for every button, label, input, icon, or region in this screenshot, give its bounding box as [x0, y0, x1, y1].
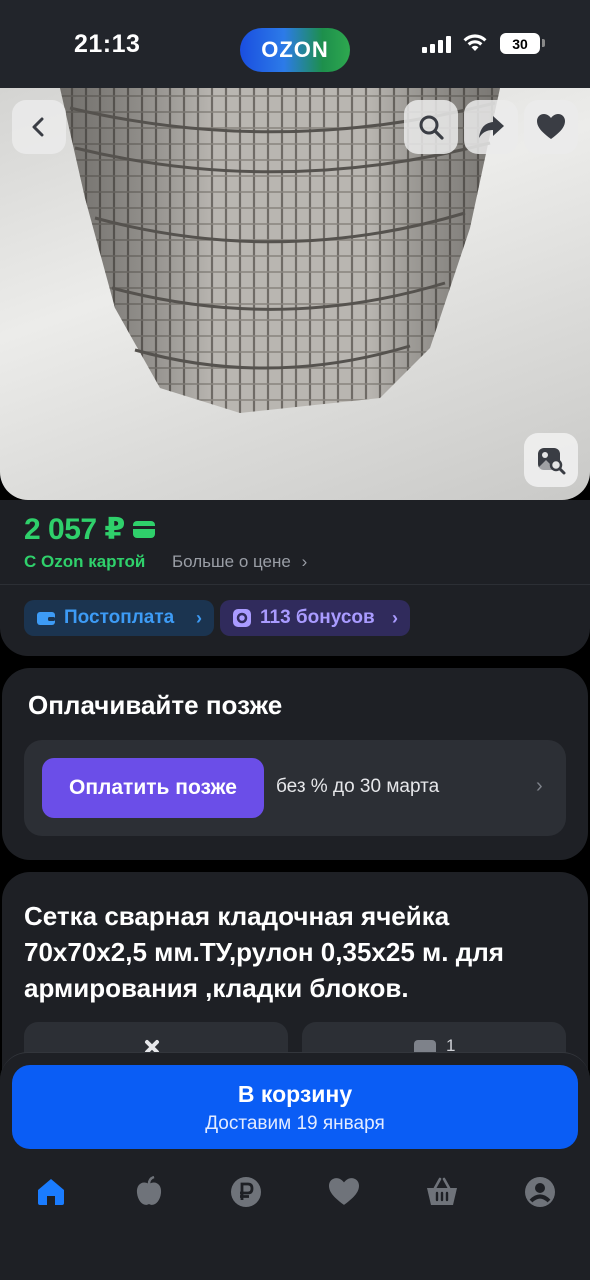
- nav-home[interactable]: [31, 1172, 71, 1212]
- more-about-price-link[interactable]: Больше о цене ›: [172, 552, 307, 572]
- share-button[interactable]: [464, 100, 518, 154]
- battery-icon: 30: [500, 33, 545, 54]
- chevron-right-icon: ›: [536, 775, 543, 797]
- share-icon: [479, 116, 504, 138]
- favorite-button[interactable]: [524, 100, 578, 154]
- chevron-right-icon: ›: [392, 607, 398, 628]
- add-to-cart-label: В корзину: [237, 1081, 353, 1107]
- ozon-card-price-label: С Ozon картой: [24, 552, 146, 571]
- image-search-icon: [538, 448, 566, 475]
- bonus-chip[interactable]: 113 бонусов ›: [220, 600, 410, 636]
- bonus-label: 113 бонусов: [260, 607, 375, 628]
- search-icon: [419, 115, 444, 140]
- nav-finance[interactable]: [226, 1172, 266, 1212]
- wifi-icon: [463, 34, 487, 51]
- back-button[interactable]: [12, 100, 66, 154]
- favorites-icon: [329, 1178, 359, 1205]
- divider: [0, 584, 590, 585]
- pay-later-button[interactable]: Оплатить позже: [42, 758, 264, 818]
- heart-icon: [537, 114, 565, 139]
- image-search-button[interactable]: [524, 433, 578, 487]
- status-bar: 21:13 OZON 30: [0, 0, 590, 88]
- pay-later-text: без % до 30 марта: [276, 776, 440, 797]
- wallet-icon: [37, 612, 55, 625]
- product-title: Сетка сварная кладочная ячейка 70х70х2,5…: [24, 901, 504, 1003]
- cart-icon: [427, 1177, 457, 1205]
- chevron-right-icon: ›: [301, 552, 308, 571]
- signal-icon: [422, 36, 451, 53]
- fresh-icon: [136, 1176, 162, 1205]
- nav-fresh[interactable]: [129, 1172, 169, 1212]
- nav-favorites[interactable]: [324, 1172, 364, 1212]
- search-button[interactable]: [404, 100, 458, 154]
- nav-profile[interactable]: [520, 1172, 560, 1212]
- delivery-date-label: Доставим 19 января: [205, 1113, 385, 1134]
- back-icon: [32, 117, 44, 137]
- nav-cart[interactable]: [422, 1172, 462, 1212]
- status-time: 21:13: [74, 30, 141, 58]
- ruble-icon: [231, 1177, 261, 1207]
- more-about-price-label: Больше о цене: [172, 552, 291, 571]
- profile-icon: [525, 1177, 555, 1207]
- postpay-label: Постоплата: [64, 607, 175, 628]
- ozon-logo[interactable]: OZON: [240, 28, 350, 72]
- home-icon: [38, 1179, 64, 1205]
- postpay-chip[interactable]: Постоплата ›: [24, 600, 214, 636]
- product-price[interactable]: 2 057 ₽: [24, 512, 155, 547]
- pay-later-title: Оплачивайте позже: [28, 690, 283, 720]
- chevron-right-icon: ›: [196, 607, 202, 628]
- bonus-icon: [233, 609, 251, 627]
- ozon-card-icon: [132, 521, 155, 538]
- price-value: 2 057 ₽: [24, 513, 125, 546]
